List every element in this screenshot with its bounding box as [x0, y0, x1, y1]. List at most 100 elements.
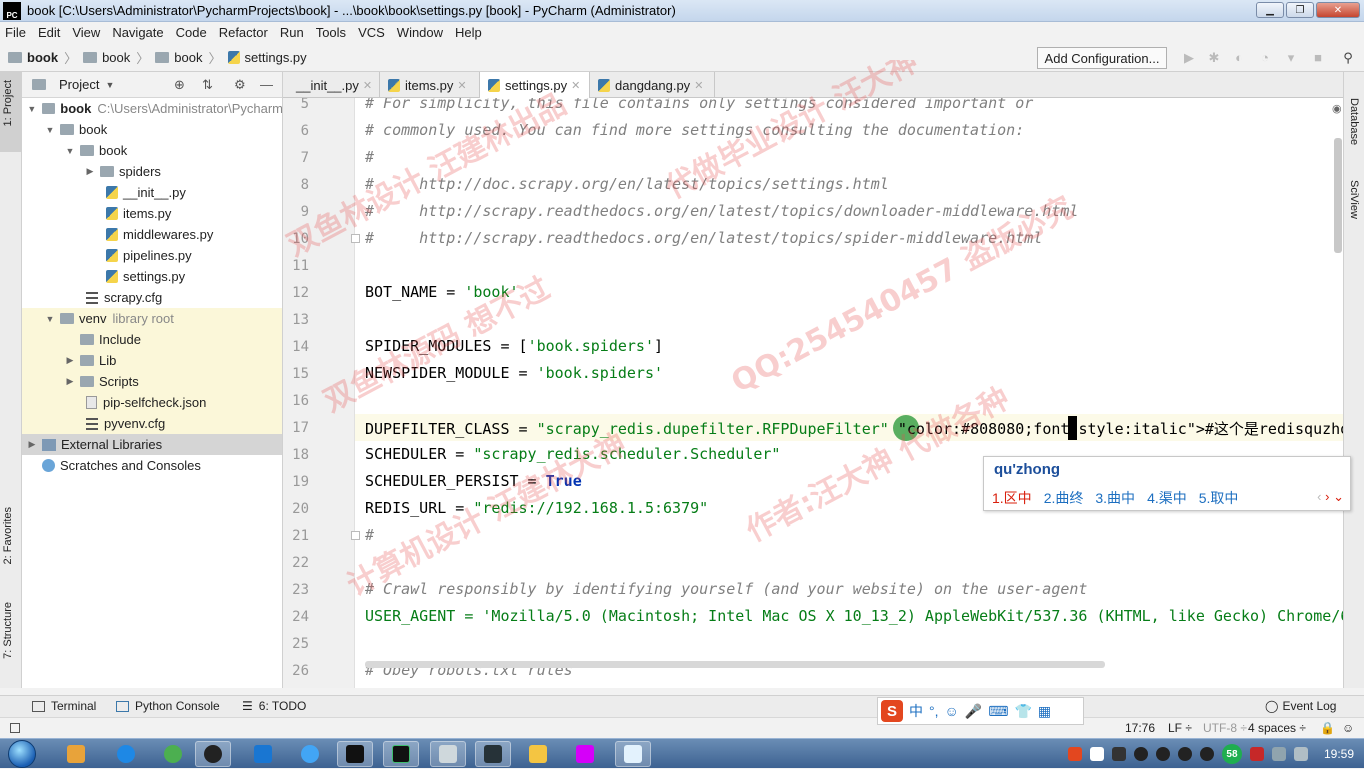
horizontal-scrollbar[interactable] [365, 661, 1105, 668]
event-log-button[interactable]: ◯ Event Log [1265, 699, 1336, 713]
tab-structure[interactable]: 7: Structure [2, 602, 14, 659]
debug-icon[interactable]: ✱ [1207, 51, 1221, 65]
start-button[interactable] [8, 739, 44, 769]
sogou-tray-icon[interactable] [1067, 747, 1082, 761]
qq-tray-icon[interactable] [1199, 747, 1214, 761]
collapse-all-icon[interactable]: ⇅ [202, 77, 213, 93]
tree-item-scrapy-cfg[interactable]: scrapy.cfg [22, 287, 282, 308]
close-tab-icon[interactable]: ✕ [571, 79, 580, 92]
run-icon[interactable]: ▶ [1182, 51, 1196, 65]
keyboard-icon[interactable]: ⌨ [988, 703, 1008, 720]
taskbar-app-browser[interactable] [155, 741, 191, 767]
menu-vcs[interactable]: VCS [358, 25, 385, 40]
taskbar-app-notepad[interactable] [615, 741, 651, 767]
project-view-selector[interactable]: Project [59, 77, 99, 92]
tree-item-settings[interactable]: settings.py [22, 266, 282, 287]
taskbar-app-media[interactable] [58, 741, 94, 767]
vertical-scrollbar[interactable] [1334, 138, 1342, 253]
qq-tray-icon[interactable] [1155, 747, 1170, 761]
menu-run[interactable]: Run [280, 25, 304, 40]
menu-code[interactable]: Code [176, 25, 207, 40]
menu-refactor[interactable]: Refactor [219, 25, 268, 40]
tab-items[interactable]: items.py ✕ [380, 72, 480, 98]
tree-item-lib[interactable]: ▶ Lib [22, 350, 282, 371]
tab-settings[interactable]: settings.py ✕ [480, 72, 590, 98]
flag-icon[interactable] [1249, 747, 1264, 761]
ime-punctuation[interactable]: °, [929, 703, 939, 719]
ime-candidate[interactable]: 4.渠中 [1147, 488, 1187, 508]
indent-setting[interactable]: 4 spaces ÷ [1248, 721, 1306, 735]
maximize-button[interactable]: ❐ [1286, 2, 1314, 18]
add-configuration-button[interactable]: Add Configuration... [1037, 47, 1167, 69]
locate-icon[interactable]: ⊕ [174, 77, 185, 93]
stop-icon[interactable]: ■ [1311, 51, 1325, 65]
network-icon[interactable] [1111, 747, 1126, 761]
inspector-icon[interactable]: ☺ [1342, 721, 1354, 735]
breadcrumb-root[interactable]: book [8, 50, 58, 65]
eye-icon[interactable]: ◉ [1332, 102, 1342, 115]
sogou-logo-icon[interactable]: S [881, 700, 903, 722]
line-separator[interactable]: LF ÷ [1168, 721, 1192, 735]
tab-python-console[interactable]: Python Console [116, 699, 220, 713]
tree-item-pyvenv[interactable]: pyvenv.cfg [22, 413, 282, 434]
tab-terminal[interactable]: Terminal [32, 699, 96, 713]
ime-chinese-mode[interactable]: 中 [909, 701, 923, 721]
tab-project[interactable]: 1: Project [2, 80, 14, 126]
tree-item-scripts[interactable]: ▶ Scripts [22, 371, 282, 392]
coverage-icon[interactable]: ◐ [1232, 51, 1246, 65]
tree-item-book[interactable]: ▼ book [22, 119, 282, 140]
caret-position[interactable]: 17:76 [1125, 721, 1155, 735]
lock-icon[interactable]: 🔒 [1320, 721, 1335, 735]
menu-view[interactable]: View [72, 25, 100, 40]
tree-item-pipelines[interactable]: pipelines.py [22, 245, 282, 266]
hide-panels-icon[interactable] [10, 723, 20, 733]
tree-item-spiders[interactable]: ▶ spiders [22, 161, 282, 182]
ime-page-nav[interactable]: ‹ › ⌄ [1317, 489, 1344, 505]
taskbar-app-tool[interactable] [475, 741, 511, 767]
chevron-down-icon[interactable]: ▼ [105, 80, 114, 90]
taskbar-app-chat[interactable] [292, 741, 328, 767]
profile-icon[interactable]: ◔ [1258, 51, 1272, 65]
skin-icon[interactable]: 👕 [1014, 703, 1031, 720]
breadcrumb-file[interactable]: settings.py [227, 50, 307, 65]
taskbar-app-paint[interactable] [567, 741, 603, 767]
close-tab-icon[interactable]: ✕ [457, 79, 466, 92]
qq-tray-icon[interactable] [1133, 747, 1148, 761]
ime-candidate[interactable]: 1.区中 [992, 488, 1032, 508]
tree-item-init[interactable]: __init__.py [22, 182, 282, 203]
taskbar-app-kugou[interactable] [108, 741, 144, 767]
chevron-left-icon[interactable]: ‹ [1317, 489, 1321, 504]
gear-icon[interactable]: ⚙ [234, 77, 246, 93]
taskbar-app-cmd[interactable] [337, 741, 373, 767]
code-editor[interactable]: 5 # For simplicity, this file contains o… [283, 98, 1343, 688]
tree-item-scratches[interactable]: Scratches and Consoles [22, 455, 282, 476]
search-everywhere-icon[interactable]: ⚲ [1341, 51, 1355, 65]
tray-icon[interactable] [1089, 747, 1104, 761]
tree-item-middlewares[interactable]: middlewares.py [22, 224, 282, 245]
tab-dangdang[interactable]: dangdang.py ✕ [590, 72, 715, 98]
tree-item-include[interactable]: Include [22, 329, 282, 350]
tree-item-venv[interactable]: ▼ venv library root [22, 308, 282, 329]
tree-item-items[interactable]: items.py [22, 203, 282, 224]
ime-candidate[interactable]: 2.曲终 [1044, 488, 1084, 508]
tree-item-pip-selfcheck[interactable]: pip-selfcheck.json [22, 392, 282, 413]
qq-tray-icon[interactable] [1177, 747, 1192, 761]
fold-marker[interactable] [351, 234, 360, 243]
security-badge[interactable]: 58 [1221, 744, 1242, 764]
breadcrumb-book[interactable]: book [83, 50, 130, 65]
toolbox-icon[interactable]: ▦ [1038, 703, 1051, 720]
clock[interactable]: 19:59 [1324, 747, 1354, 761]
monitor-icon[interactable] [1271, 747, 1286, 761]
menu-help[interactable]: Help [455, 25, 482, 40]
ime-candidate[interactable]: 3.曲中 [1095, 488, 1135, 508]
taskbar-app-remote[interactable] [245, 741, 281, 767]
taskbar-app-explorer[interactable] [520, 741, 556, 767]
emoji-icon[interactable]: ☺ [945, 703, 959, 719]
microphone-icon[interactable]: 🎤 [965, 703, 982, 720]
volume-icon[interactable] [1293, 747, 1308, 761]
minimize-button[interactable]: ▁ [1256, 2, 1284, 18]
tab-sciview[interactable]: SciView [1348, 180, 1360, 219]
tree-item-book-inner[interactable]: ▼ book [22, 140, 282, 161]
fold-marker[interactable] [351, 531, 360, 540]
close-button[interactable]: ✕ [1316, 2, 1360, 18]
